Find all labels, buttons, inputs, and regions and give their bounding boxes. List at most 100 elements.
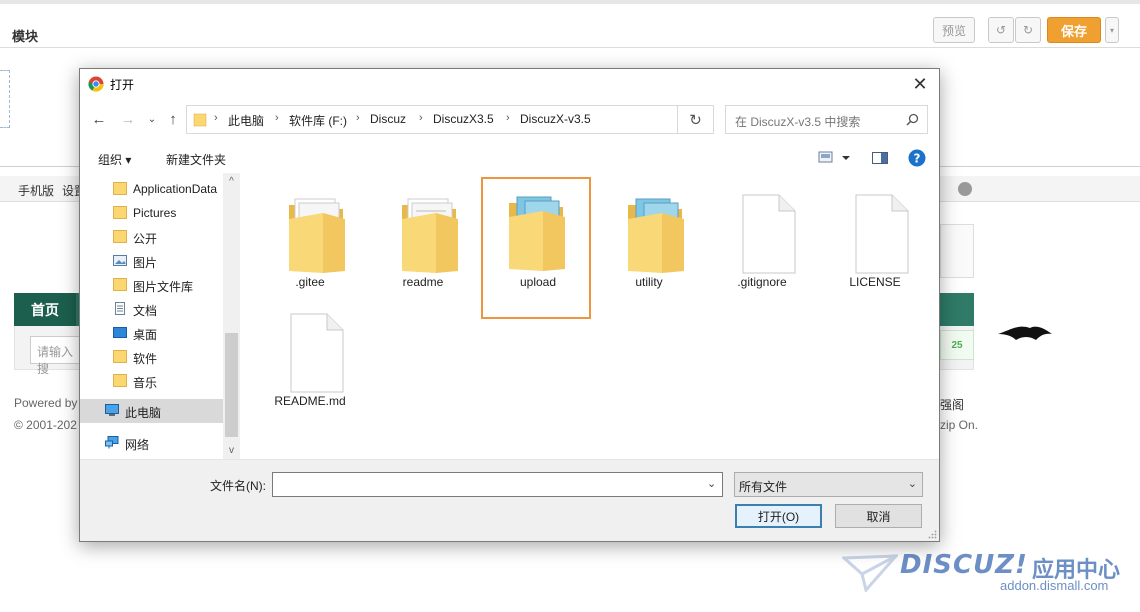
nav-home[interactable]: 首页 (14, 293, 76, 326)
paper-plane-icon (842, 554, 898, 592)
filetype-select[interactable]: 所有文件 ⌄ (734, 472, 923, 497)
chrome-icon (88, 76, 104, 92)
file-item-label: readme (402, 275, 444, 289)
navigation-scrollbar[interactable]: ^ v (223, 173, 240, 459)
filename-label: 文件名(N): (210, 479, 266, 493)
save-button[interactable]: 保存 (1047, 17, 1101, 43)
breadcrumb-item[interactable]: DiscuzX-v3.5 (520, 112, 591, 126)
palette-icon[interactable] (958, 182, 972, 196)
recent-locations-button[interactable]: ⌄ (144, 114, 160, 125)
new-folder-button[interactable]: 新建文件夹 (166, 151, 226, 168)
folder-with-files-icon (402, 198, 458, 273)
redo-button[interactable]: ↻ (1015, 17, 1041, 43)
filetype-value: 所有文件 (739, 480, 788, 494)
breadcrumb-item[interactable]: DiscuzX3.5 (433, 112, 494, 126)
file-item-gitee[interactable]: .gitee (255, 177, 365, 295)
tree-item-label: ApplicationData (133, 182, 218, 196)
scroll-up-icon[interactable]: ^ (223, 173, 240, 190)
tree-item-label: 文档 (133, 304, 158, 318)
refresh-icon: ↻ (689, 111, 702, 129)
back-button[interactable]: ← (91, 111, 107, 128)
network-icon (105, 436, 119, 449)
watermark: DISCUZ! 应用中心 addon.dismall.com (842, 548, 1132, 600)
breadcrumb-item[interactable]: 软件库 (F:) (289, 112, 347, 129)
cancel-button[interactable]: 取消 (835, 504, 922, 528)
folder-with-images-icon (628, 198, 684, 273)
tree-item-label: 软件 (133, 352, 158, 366)
file-item-readme-md[interactable]: README.md (255, 296, 365, 414)
refresh-button[interactable]: ↻ (678, 105, 714, 134)
tree-item-image-library[interactable]: 图片文件库 (80, 273, 223, 297)
tree-item-label: 网络 (125, 438, 150, 452)
preview-pane-icon[interactable] (872, 150, 888, 166)
up-button[interactable]: ↑ (165, 111, 181, 128)
module-thumbnail[interactable] (0, 70, 10, 128)
footer-right-text-2: zip On. (940, 418, 979, 432)
search-box[interactable]: 在 DiscuzX-v3.5 中搜索 (725, 105, 928, 134)
file-item-utility[interactable]: utility (594, 177, 704, 295)
close-button[interactable]: ✕ (909, 73, 931, 95)
tree-item-images[interactable]: 图片 (80, 249, 223, 273)
search-input[interactable]: 在 DiscuzX-v3.5 中搜索 (735, 113, 860, 130)
scrollbar-thumb[interactable] (225, 333, 238, 437)
tree-item-desktop[interactable]: 桌面 (80, 321, 223, 345)
folder-icon (113, 350, 127, 363)
tree-item-software[interactable]: 软件 (80, 345, 223, 369)
watermark-url: addon.dismall.com (1000, 578, 1109, 593)
file-item-gitignore[interactable]: .gitignore (707, 177, 817, 295)
file-item-label: README.md (274, 394, 346, 408)
save-dropdown-button[interactable]: ▾ (1105, 17, 1119, 43)
toolbar-item-mobile[interactable]: 手机版 (18, 182, 54, 199)
navigation-bar: ← → ⌄ ↑ › 此电脑 › 软件库 (F:) › Discuz › Disc… (80, 103, 939, 137)
tree-item-label: 图片 (133, 256, 158, 270)
filename-input[interactable] (272, 472, 723, 497)
tree-item-music[interactable]: 音乐 (80, 369, 223, 393)
breadcrumb-item[interactable]: Discuz (370, 112, 406, 126)
breadcrumb-separator: › (356, 112, 360, 124)
tree-item-this-pc[interactable]: 此电脑 (80, 399, 223, 423)
command-bar: 组织 ▾ 新建文件夹 ? (80, 143, 939, 173)
navigation-pane: ApplicationData Pictures 公开 图片 图片文件库 文档 … (80, 173, 240, 459)
desktop-folder-icon (113, 327, 127, 338)
blank-file-icon (290, 313, 344, 393)
breadcrumb-separator: › (506, 112, 510, 124)
document-folder-icon (115, 302, 125, 315)
editor-title: 模块 (12, 29, 39, 44)
preview-button[interactable]: 预览 (933, 17, 975, 43)
forward-button[interactable]: → (120, 111, 136, 128)
file-item-upload[interactable]: upload (481, 177, 591, 319)
tree-item-applicationdata[interactable]: ApplicationData (80, 177, 223, 201)
tree-item-label: 公开 (133, 232, 158, 246)
scroll-down-icon[interactable]: v (223, 442, 240, 459)
copyright-text: © 2001-202 (14, 418, 77, 432)
tree-item-label: Pictures (133, 206, 177, 220)
change-view-icon[interactable] (818, 150, 852, 166)
file-item-readme[interactable]: readme (368, 177, 478, 295)
tree-item-network[interactable]: 网络 (80, 431, 223, 455)
avatar-image (940, 224, 974, 278)
breadcrumb-item[interactable]: 此电脑 (228, 112, 264, 129)
tree-item-label: 桌面 (133, 328, 158, 342)
tree-item-documents[interactable]: 文档 (80, 297, 223, 321)
file-item-label: LICENSE (849, 275, 901, 289)
close-icon: ✕ (912, 73, 928, 94)
dialog-footer: 文件名(N): ⌄ 所有文件 ⌄ 打开(O) 取消 (80, 459, 939, 541)
blank-file-icon (855, 194, 909, 274)
file-item-license[interactable]: LICENSE (820, 177, 930, 295)
file-item-label: .gitignore (737, 275, 787, 289)
tree-item-pictures[interactable]: Pictures (80, 201, 223, 225)
resize-grip-icon[interactable] (928, 530, 937, 539)
undo-button[interactable]: ↺ (988, 17, 1014, 43)
breadcrumb-separator: › (214, 112, 218, 124)
help-icon[interactable]: ? (908, 149, 926, 167)
address-bar[interactable]: › 此电脑 › 软件库 (F:) › Discuz › DiscuzX3.5 ›… (186, 105, 770, 134)
tree-item-label: 音乐 (133, 376, 158, 390)
tree-item-label: 图片文件库 (133, 280, 194, 294)
open-button[interactable]: 打开(O) (735, 504, 822, 528)
organize-button[interactable]: 组织 ▾ (98, 151, 131, 168)
open-file-dialog: 打开 ✕ ← → ⌄ ↑ › 此电脑 › 软件库 (F:) › Discuz ›… (79, 68, 940, 542)
svg-text:?: ? (914, 152, 921, 166)
tree-item-public[interactable]: 公开 (80, 225, 223, 249)
search-icon (906, 113, 919, 126)
chevron-down-icon: ⌄ (907, 478, 917, 490)
